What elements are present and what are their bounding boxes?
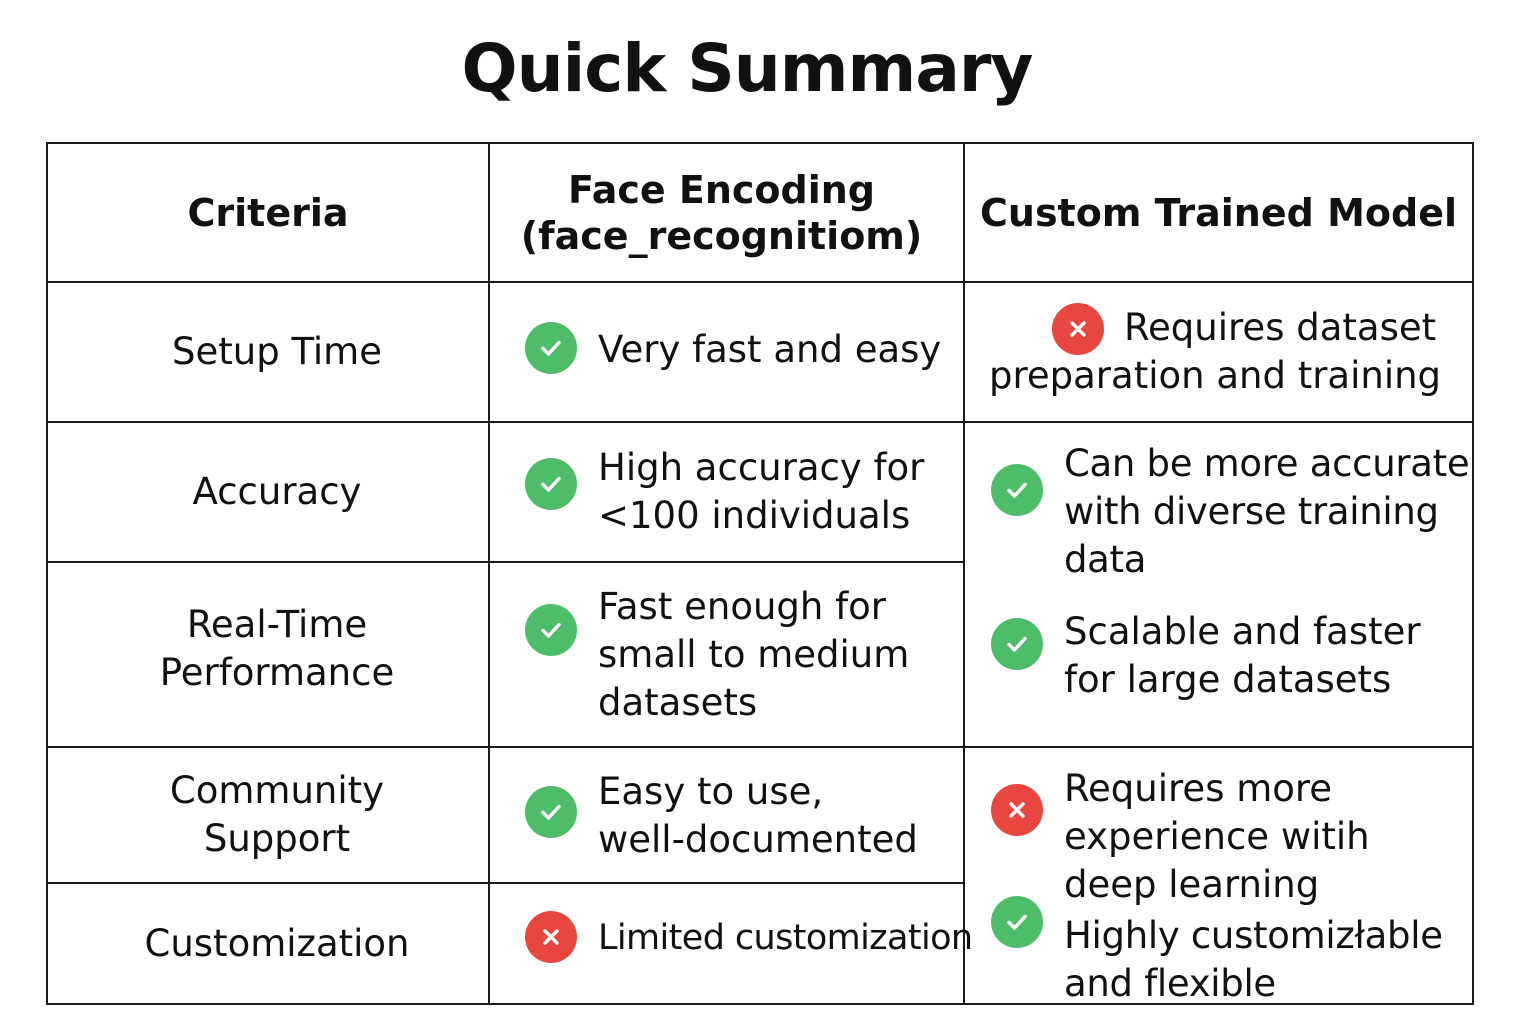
custom-realtime-text: Scalable and faster for large datasets: [1064, 610, 1421, 701]
criteria-accuracy: Accuracy: [46, 421, 490, 563]
face-accuracy-text: High accuracy for <100 individuals: [598, 446, 925, 537]
custom-accuracy-check-icon: [991, 464, 1043, 516]
page-title: Quick Summary: [461, 30, 1034, 107]
custom-customization-check-icon: [991, 896, 1043, 948]
custom-setup-time-text: Requires dataset preparation and trainin…: [989, 306, 1442, 397]
criteria-realtime-label: Real-Time Performance: [159, 602, 395, 694]
header-criteria-label: Criteria: [187, 190, 349, 235]
custom-community-cross-icon: [991, 784, 1043, 836]
summary-page: Quick Summary Criteria Face Encoding (fa…: [0, 0, 1536, 1024]
criteria-accuracy-label: Accuracy: [192, 470, 362, 513]
criteria-setup-time-label: Setup Time: [171, 330, 382, 373]
criteria-customization: Customization: [46, 882, 490, 1005]
header-custom-model-label: Custom Trained Model: [980, 190, 1457, 235]
custom-accuracy-text: Can be more accurate with diverse traini…: [1064, 442, 1470, 581]
face-realtime-check-icon: [525, 604, 577, 656]
face-setup-time-check-icon: [525, 322, 577, 374]
criteria-setup-time: Setup Time: [46, 281, 490, 423]
face-community-check-icon: [525, 786, 577, 838]
header-criteria: Criteria: [46, 142, 490, 283]
face-accuracy-check-icon: [525, 458, 577, 510]
criteria-community: Community Support: [46, 746, 490, 884]
criteria-realtime: Real-Time Performance: [46, 561, 490, 748]
custom-realtime-check-icon: [991, 618, 1043, 670]
face-customization-text: Limited customization: [598, 918, 973, 958]
custom-community-text: Requires more experience witih deep lear…: [1064, 767, 1370, 906]
header-custom-model: Custom Trained Model: [963, 142, 1474, 283]
face-community-text: Easy to use, well-documented: [598, 770, 918, 861]
face-customization-cross-icon: [525, 911, 577, 963]
criteria-community-label: Community Support: [169, 769, 385, 860]
face-realtime-text: Fast enough for small to medium datasets: [598, 585, 910, 724]
header-face-encoding-label: Face Encoding (face_recognitiom): [520, 167, 923, 258]
custom-customization-text: Highly customizłable and flexible: [1064, 914, 1443, 1005]
face-setup-time-text: Very fast and easy: [598, 328, 942, 371]
criteria-customization-label: Customization: [144, 921, 410, 965]
header-face-encoding: Face Encoding (face_recognitiom): [488, 142, 965, 283]
